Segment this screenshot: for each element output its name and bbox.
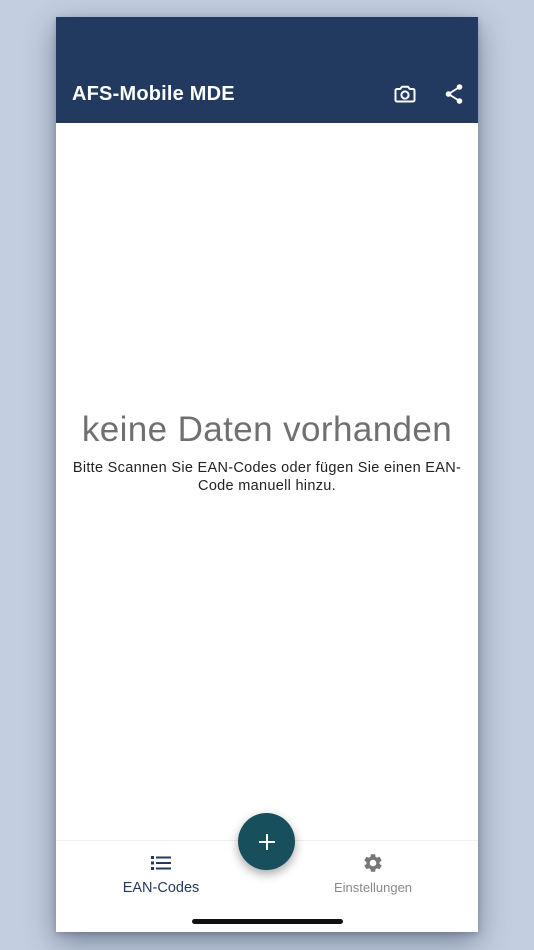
add-ean-code-button[interactable]	[238, 813, 295, 870]
plus-icon	[258, 833, 275, 850]
nav-item-ean-codes[interactable]: EAN-Codes	[91, 851, 231, 897]
share-button[interactable]	[441, 81, 467, 107]
share-icon	[445, 84, 463, 104]
nav-item-settings[interactable]: Einstellungen	[303, 851, 443, 897]
empty-state-message: Bitte Scannen Sie EAN-Codes oder fügen S…	[72, 460, 462, 494]
nav-label-settings: Einstellungen	[333, 880, 413, 895]
app-title: AFS-Mobile MDE	[72, 83, 235, 105]
gear-icon	[364, 854, 382, 872]
list-icon	[151, 856, 171, 870]
app-screen: AFS-Mobile MDE keine Daten vorhanden Bit…	[56, 17, 478, 932]
empty-state: keine Daten vorhanden Bitte Scannen Sie …	[56, 405, 478, 495]
camera-button[interactable]	[392, 81, 418, 107]
nav-label-ean-codes: EAN-Codes	[122, 880, 200, 896]
home-indicator[interactable]	[192, 919, 343, 924]
app-bar: AFS-Mobile MDE	[56, 17, 478, 123]
camera-icon	[394, 85, 416, 103]
empty-state-title: keine Daten vorhanden	[81, 410, 453, 449]
